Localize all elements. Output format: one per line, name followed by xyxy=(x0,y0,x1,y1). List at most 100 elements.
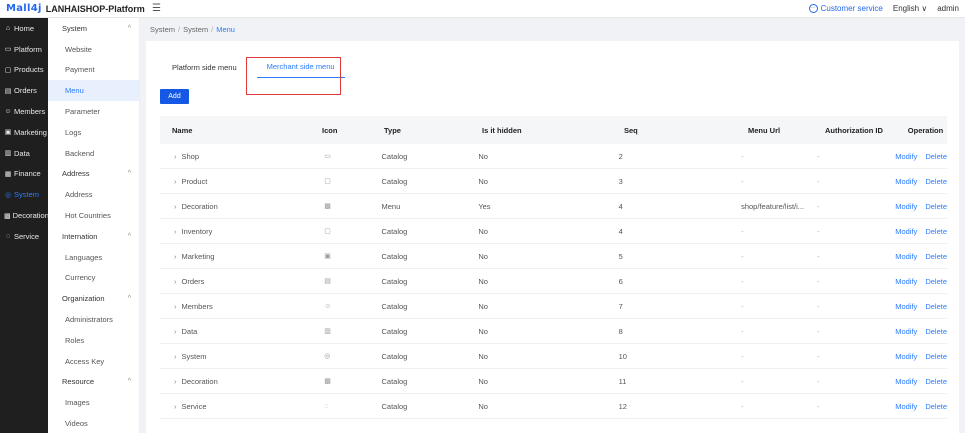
delete-button[interactable]: Delete xyxy=(925,327,947,336)
cell-menu-url: - xyxy=(741,276,744,286)
modify-button[interactable]: Modify xyxy=(895,252,917,261)
platform-icon: ▭ xyxy=(4,46,12,54)
cell-seq: 3 xyxy=(618,176,623,186)
cell-hidden: No xyxy=(478,351,488,361)
expand-arrow-icon[interactable]: › xyxy=(174,177,177,186)
sidebar-item-marketing[interactable]: ▣ Marketing xyxy=(0,122,48,143)
submenu-group-internation[interactable]: Internation ^ xyxy=(48,226,139,247)
menu-icon: ◎ xyxy=(324,353,331,360)
header-seq: Seq xyxy=(624,125,638,135)
submenu-item-roles[interactable]: Roles xyxy=(48,330,139,351)
sidebar-item-platform[interactable]: ▭ Platform xyxy=(0,39,48,60)
sidebar-item-home[interactable]: ⌂ Home xyxy=(0,18,48,39)
cell-type: Catalog xyxy=(381,401,408,411)
cell-hidden: No xyxy=(478,376,488,386)
sidebar-item-finance[interactable]: ▦ Finance xyxy=(0,164,48,185)
submenu-item-backend[interactable]: Backend xyxy=(48,143,139,164)
cell-hidden: Yes xyxy=(478,201,491,211)
submenu-item-hot-countries[interactable]: Hot Countries xyxy=(48,205,139,226)
submenu-item-menu[interactable]: Menu xyxy=(48,80,139,102)
submenu-item-logs[interactable]: Logs xyxy=(48,122,139,143)
breadcrumb-separator: / xyxy=(178,25,181,34)
expand-arrow-icon[interactable]: › xyxy=(174,202,177,211)
cell-hidden: No xyxy=(478,151,488,161)
modify-button[interactable]: Modify xyxy=(895,377,917,386)
modify-button[interactable]: Modify xyxy=(895,327,917,336)
expand-arrow-icon[interactable]: › xyxy=(174,377,177,386)
collapse-menu-icon[interactable]: ☰ xyxy=(152,3,161,14)
sidebar-item-system[interactable]: ◎ System xyxy=(0,184,48,205)
menu-icon: ◌ xyxy=(324,402,329,410)
breadcrumb-item-system[interactable]: System xyxy=(150,25,175,34)
submenu-item-currency[interactable]: Currency xyxy=(48,268,139,289)
submenu-group-system[interactable]: System ^ xyxy=(48,18,139,39)
submenu-item-website[interactable]: Website xyxy=(48,39,139,60)
sidebar-item-products[interactable]: ▢ Products xyxy=(0,60,48,81)
cell-seq: 10 xyxy=(618,351,627,361)
submenu-item-languages[interactable]: Languages xyxy=(48,247,139,268)
expand-arrow-icon[interactable]: › xyxy=(174,252,177,261)
modify-button[interactable]: Modify xyxy=(895,352,917,361)
expand-arrow-icon[interactable]: › xyxy=(174,327,177,336)
sidebar-item-service[interactable]: ◌ Service xyxy=(0,226,48,247)
expand-arrow-icon[interactable]: › xyxy=(174,302,177,311)
breadcrumb-item-system-sub[interactable]: System xyxy=(183,25,208,34)
expand-arrow-icon[interactable]: › xyxy=(174,352,177,361)
service-icon: ◌ xyxy=(5,232,11,240)
header-type: Type xyxy=(384,125,401,135)
expand-arrow-icon[interactable]: › xyxy=(174,277,177,286)
delete-button[interactable]: Delete xyxy=(925,252,947,261)
delete-button[interactable]: Delete xyxy=(925,202,947,211)
delete-button[interactable]: Delete xyxy=(925,377,947,386)
submenu-item-access-key[interactable]: Access Key xyxy=(48,351,139,372)
submenu-item-administrators[interactable]: Administrators xyxy=(48,309,139,330)
modify-button[interactable]: Modify xyxy=(895,302,917,311)
cell-menu-url: - xyxy=(741,376,744,386)
submenu-item-parameter[interactable]: Parameter xyxy=(48,101,139,122)
tab-platform-side-menu[interactable]: Platform side menu xyxy=(172,63,245,78)
modify-button[interactable]: Modify xyxy=(895,277,917,286)
delete-button[interactable]: Delete xyxy=(925,277,947,286)
submenu-group-resource[interactable]: Resource ^ xyxy=(48,372,139,393)
header-hidden: Is it hidden xyxy=(482,125,522,135)
delete-button[interactable]: Delete xyxy=(925,177,947,186)
modify-button[interactable]: Modify xyxy=(895,152,917,161)
submenu-group-organization[interactable]: Organization ^ xyxy=(48,288,139,309)
expand-arrow-icon[interactable]: › xyxy=(174,152,177,161)
sidebar-item-decoration[interactable]: ▩ Decoration xyxy=(0,205,48,226)
table-row: › Service ◌ Catalog No 12 - - Modify Delete xyxy=(160,394,947,419)
sidebar-item-data[interactable]: ▥ Data xyxy=(0,143,48,164)
delete-button[interactable]: Delete xyxy=(925,402,947,411)
modify-button[interactable]: Modify xyxy=(895,402,917,411)
sidebar-item-orders[interactable]: ▤ Orders xyxy=(0,80,48,101)
submenu-group-address[interactable]: Address ^ xyxy=(48,164,139,185)
add-button[interactable]: Add xyxy=(160,89,189,104)
cell-seq: 12 xyxy=(618,401,627,411)
expand-arrow-icon[interactable]: › xyxy=(174,402,177,411)
submenu-item-address[interactable]: Address xyxy=(48,184,139,205)
cell-menu-url: - xyxy=(741,401,744,411)
user-menu[interactable]: admin xyxy=(937,4,959,13)
table-header: Name Icon Type Is it hidden Seq Menu Url… xyxy=(160,116,947,144)
submenu-item-videos[interactable]: Videos xyxy=(48,413,139,433)
cell-type: Catalog xyxy=(381,151,408,161)
submenu-item-images[interactable]: Images xyxy=(48,392,139,413)
sidebar-item-members[interactable]: ☺ Members xyxy=(0,101,48,122)
delete-button[interactable]: Delete xyxy=(925,152,947,161)
cell-type: Catalog xyxy=(381,226,408,236)
modify-button[interactable]: Modify xyxy=(895,177,917,186)
cell-name: › Shop xyxy=(160,152,320,161)
modify-button[interactable]: Modify xyxy=(895,202,917,211)
delete-button[interactable]: Delete xyxy=(925,302,947,311)
menu-name: Decoration xyxy=(181,201,218,211)
submenu-item-payment[interactable]: Payment xyxy=(48,60,139,81)
expand-arrow-icon[interactable]: › xyxy=(174,227,177,236)
language-label: English xyxy=(892,4,920,13)
menu-name: Service xyxy=(181,401,207,411)
language-select[interactable]: English ∨ xyxy=(893,4,927,13)
modify-button[interactable]: Modify xyxy=(895,227,917,236)
delete-button[interactable]: Delete xyxy=(925,227,947,236)
customer-service-link[interactable]: ··· Customer service xyxy=(808,4,883,13)
brand[interactable]: Mall4j LANHAISHOP-Platform xyxy=(0,3,146,14)
delete-button[interactable]: Delete xyxy=(925,352,947,361)
